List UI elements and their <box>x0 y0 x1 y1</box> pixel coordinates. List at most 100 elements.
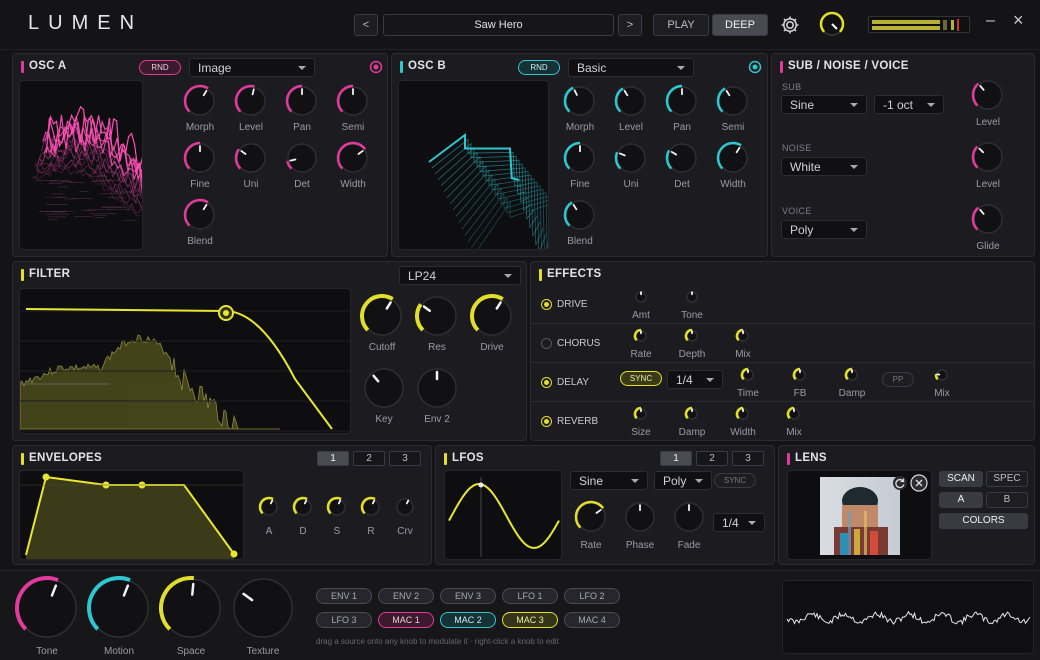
lfo-phase-knob[interactable] <box>623 500 657 534</box>
filter-cutoff-knob[interactable] <box>360 294 404 338</box>
master-volume-knob[interactable] <box>818 10 846 38</box>
mod-source-lfo-1[interactable]: LFO 1 <box>502 588 558 604</box>
sub-level-0-knob[interactable] <box>971 78 1005 112</box>
filter-type-dropdown[interactable]: LP24 <box>399 266 521 285</box>
lfo-mode-dropdown[interactable]: Poly <box>654 471 712 490</box>
mod-source-env-3[interactable]: ENV 3 <box>440 588 496 604</box>
osc-a-blend-knob[interactable] <box>183 198 217 232</box>
osc-b-semi-knob[interactable] <box>716 84 750 118</box>
chorus-depth-knob[interactable] <box>684 328 700 344</box>
lens-scan-button[interactable]: SCAN <box>939 471 983 487</box>
mod-source-env-1[interactable]: ENV 1 <box>316 588 372 604</box>
delay-division-dropdown[interactable]: 1/4 <box>667 370 723 389</box>
lfo-tab-2[interactable]: 2 <box>696 451 728 466</box>
osc-a-mode-dropdown[interactable]: Image <box>189 58 315 77</box>
filter-drive-knob[interactable] <box>470 294 514 338</box>
reverb-size-knob[interactable] <box>633 406 649 422</box>
osc-a-pan-knob[interactable] <box>285 84 319 118</box>
envelope-tab-2[interactable]: 2 <box>353 451 385 466</box>
voice-mode-dropdown[interactable]: Poly <box>781 220 867 239</box>
delay-pingpong-button[interactable]: PP <box>882 372 914 387</box>
delay-enable-toggle[interactable] <box>541 377 552 388</box>
envelope-a-knob[interactable] <box>258 496 280 518</box>
osc-b-power-icon[interactable] <box>748 60 762 74</box>
osc-b-det-knob[interactable] <box>665 141 699 175</box>
envelope-d-knob[interactable] <box>292 496 314 518</box>
chorus-rate-knob[interactable] <box>633 328 649 344</box>
lfo-division-dropdown[interactable]: 1/4 <box>713 513 765 532</box>
osc-b-mode-dropdown[interactable]: Basic <box>568 58 694 77</box>
sub-level-1-knob[interactable] <box>971 140 1005 174</box>
osc-b-fine-knob[interactable] <box>563 141 597 175</box>
close-button[interactable]: × <box>1013 10 1024 31</box>
osc-b-width-knob[interactable] <box>716 141 750 175</box>
sub-glide-2-knob[interactable] <box>971 202 1005 236</box>
filter-env-2-knob[interactable] <box>415 366 459 410</box>
mod-source-mac-1[interactable]: MAC 1 <box>378 612 434 628</box>
prev-preset-button[interactable]: < <box>354 14 378 36</box>
deep-mode-button[interactable]: DEEP <box>712 14 768 36</box>
reverb-enable-toggle[interactable] <box>541 416 552 427</box>
lfo-fade-knob[interactable] <box>672 500 706 534</box>
lens-a-button[interactable]: A <box>939 492 983 508</box>
osc-a-semi-knob[interactable] <box>336 84 370 118</box>
drive-tone-knob[interactable] <box>684 289 700 305</box>
osc-a-uni-knob[interactable] <box>234 141 268 175</box>
mod-source-lfo-3[interactable]: LFO 3 <box>316 612 372 628</box>
delay-mix-knob[interactable] <box>934 367 950 383</box>
lens-remove-icon[interactable] <box>910 474 928 492</box>
osc-b-pan-knob[interactable] <box>665 84 699 118</box>
lens-spec-button[interactable]: SPEC <box>986 471 1028 487</box>
delay-time-knob[interactable] <box>740 367 756 383</box>
osc-a-width-knob[interactable] <box>336 141 370 175</box>
lens-b-button[interactable]: B <box>986 492 1028 508</box>
filter-key-knob[interactable] <box>362 366 406 410</box>
next-preset-button[interactable]: > <box>618 14 642 36</box>
osc-a-random-button[interactable]: RND <box>139 60 181 75</box>
osc-a-det-knob[interactable] <box>285 141 319 175</box>
envelope-r-knob[interactable] <box>360 496 382 518</box>
delay-sync-button[interactable]: SYNC <box>620 371 662 386</box>
sub-wave-dropdown[interactable]: Sine <box>781 95 867 114</box>
reverb-mix-knob[interactable] <box>786 406 802 422</box>
envelope-s-knob[interactable] <box>326 496 348 518</box>
filter-res-knob[interactable] <box>415 294 459 338</box>
delay-fb-knob[interactable] <box>792 367 808 383</box>
drive-enable-toggle[interactable] <box>541 299 552 310</box>
lfo-sync-button[interactable]: SYNC <box>714 473 756 488</box>
settings-gear-icon[interactable] <box>779 14 801 36</box>
osc-b-level-knob[interactable] <box>614 84 648 118</box>
macro-texture-knob[interactable] <box>231 576 295 640</box>
reverb-width-knob[interactable] <box>735 406 751 422</box>
osc-b-uni-knob[interactable] <box>614 141 648 175</box>
envelope-tab-3[interactable]: 3 <box>389 451 421 466</box>
envelope-tab-1[interactable]: 1 <box>317 451 349 466</box>
mod-source-env-2[interactable]: ENV 2 <box>378 588 434 604</box>
lens-colors-button[interactable]: COLORS <box>939 513 1028 529</box>
delay-damp-knob[interactable] <box>844 367 860 383</box>
chorus-mix-knob[interactable] <box>735 328 751 344</box>
lfo-tab-1[interactable]: 1 <box>660 451 692 466</box>
mod-source-lfo-2[interactable]: LFO 2 <box>564 588 620 604</box>
play-mode-button[interactable]: PLAY <box>653 14 709 36</box>
mod-source-mac-3[interactable]: MAC 3 <box>502 612 558 628</box>
macro-tone-knob[interactable] <box>15 576 79 640</box>
mod-source-mac-2[interactable]: MAC 2 <box>440 612 496 628</box>
reverb-damp-knob[interactable] <box>684 406 700 422</box>
macro-space-knob[interactable] <box>159 576 223 640</box>
osc-b-random-button[interactable]: RND <box>518 60 560 75</box>
lfo-tab-3[interactable]: 3 <box>732 451 764 466</box>
noise-type-dropdown[interactable]: White <box>781 157 867 176</box>
osc-a-fine-knob[interactable] <box>183 141 217 175</box>
mod-source-mac-4[interactable]: MAC 4 <box>564 612 620 628</box>
sub-octave-dropdown[interactable]: -1 oct <box>874 95 944 114</box>
minimize-button[interactable]: – <box>986 12 995 30</box>
lens-reload-icon[interactable] <box>892 475 908 491</box>
envelope-crv-knob[interactable] <box>394 496 416 518</box>
preset-name-display[interactable]: Saw Hero <box>383 14 614 36</box>
macro-motion-knob[interactable] <box>87 576 151 640</box>
osc-b-morph-knob[interactable] <box>563 84 597 118</box>
osc-b-blend-knob[interactable] <box>563 198 597 232</box>
osc-a-level-knob[interactable] <box>234 84 268 118</box>
lfo-rate-knob[interactable] <box>574 500 608 534</box>
